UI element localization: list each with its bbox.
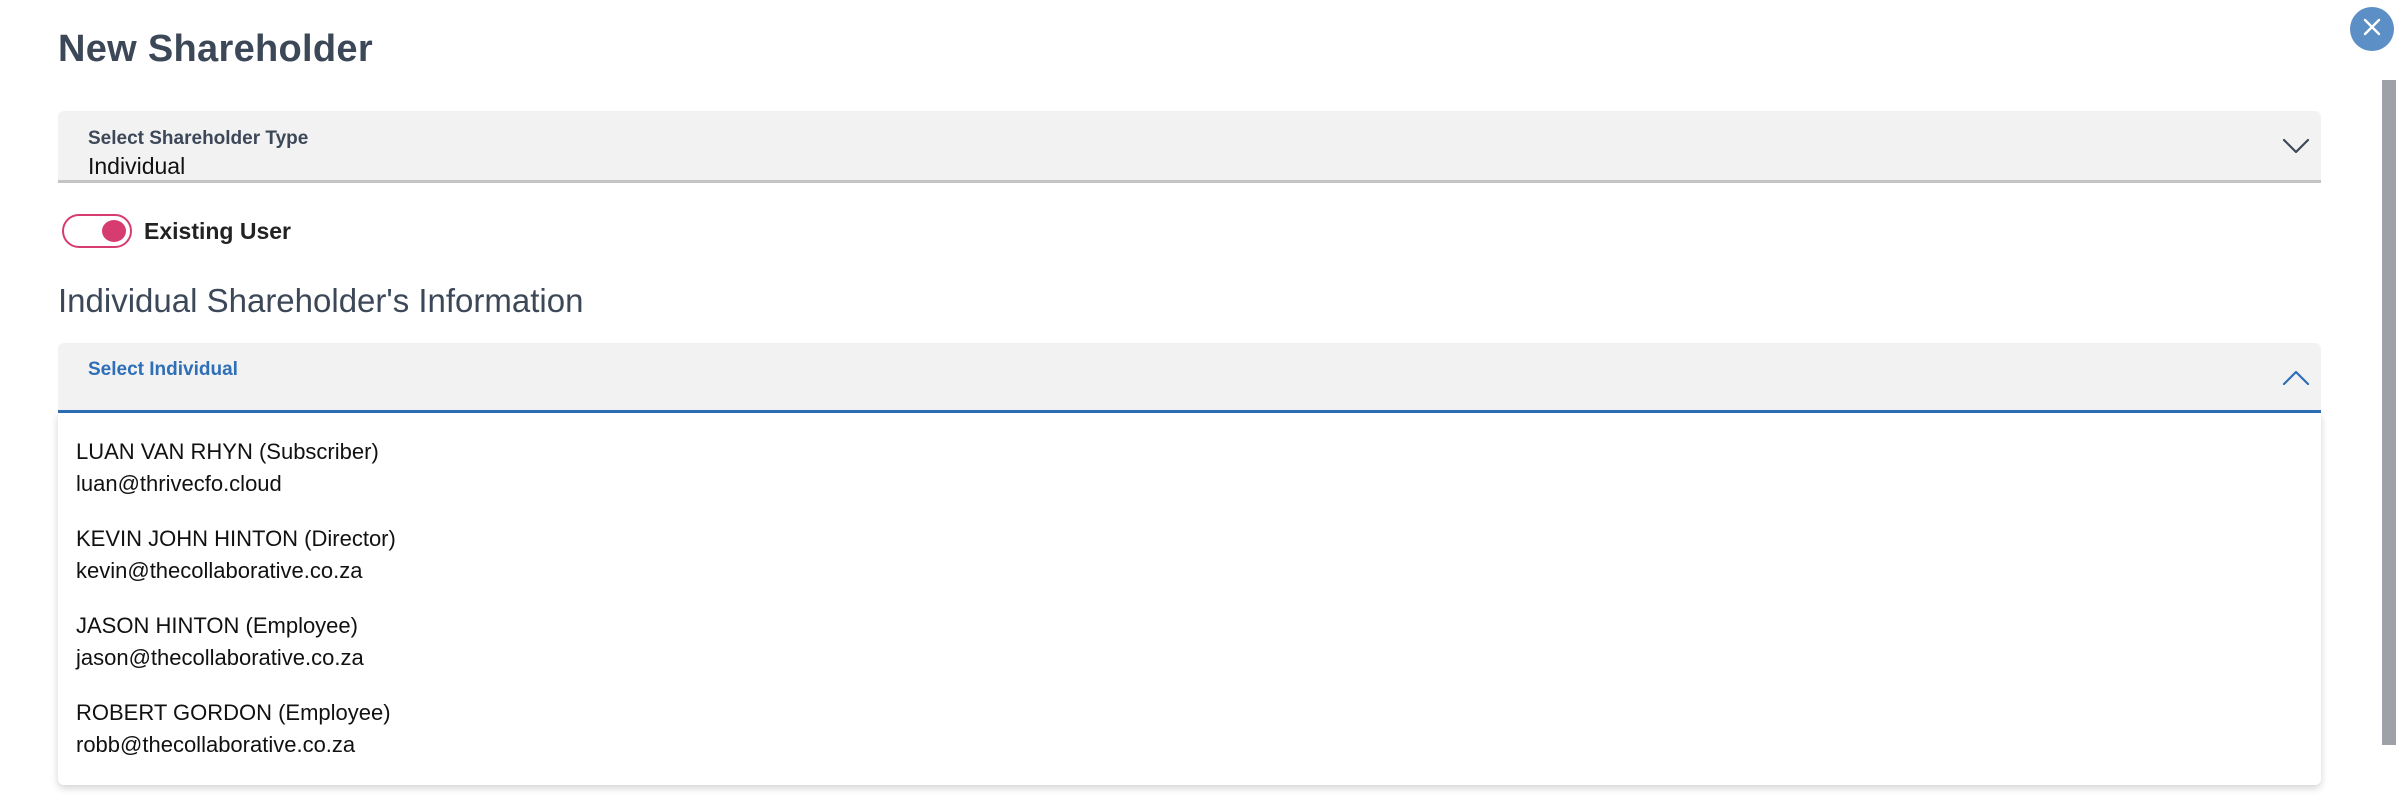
scrollbar-thumb[interactable] — [2382, 80, 2396, 745]
option-email: luan@thrivecfo.cloud — [76, 471, 282, 496]
list-item[interactable]: ROBERT GORDON (Employee) robb@thecollabo… — [76, 674, 2296, 757]
individual-dropdown-list: LUAN VAN RHYN (Subscriber) luan@thrivecf… — [58, 413, 2321, 785]
shareholder-type-value: Individual — [88, 153, 186, 179]
existing-user-toggle-row: Existing User — [62, 212, 291, 250]
existing-user-toggle[interactable] — [62, 214, 132, 248]
select-individual-label: Select Individual — [88, 359, 238, 380]
option-email: robb@thecollaborative.co.za — [76, 732, 356, 757]
close-button[interactable] — [2350, 7, 2394, 51]
section-heading: Individual Shareholder's Information — [58, 282, 584, 319]
chevron-up-icon[interactable] — [2281, 363, 2311, 393]
scrollbar[interactable] — [2382, 80, 2396, 745]
close-icon — [2362, 17, 2382, 42]
option-name: LUAN VAN RHYN (Subscriber) — [76, 439, 379, 464]
shareholder-type-select[interactable]: Select Shareholder Type Individual — [58, 111, 2321, 183]
option-name: ROBERT GORDON (Employee) — [76, 700, 391, 725]
option-name: JASON HINTON (Employee) — [76, 613, 358, 638]
select-individual-field[interactable]: Select Individual — [58, 343, 2321, 413]
option-name: KEVIN JOHN HINTON (Director) — [76, 526, 396, 551]
list-item[interactable]: JASON HINTON (Employee) jason@thecollabo… — [76, 587, 2296, 670]
page-title: New Shareholder — [58, 28, 373, 70]
shareholder-type-label: Select Shareholder Type — [88, 128, 309, 149]
option-email: kevin@thecollaborative.co.za — [76, 558, 363, 583]
chevron-down-icon[interactable] — [2281, 131, 2311, 161]
list-item[interactable]: LUAN VAN RHYN (Subscriber) luan@thrivecf… — [76, 413, 2296, 496]
list-item[interactable]: KEVIN JOHN HINTON (Director) kevin@theco… — [76, 500, 2296, 583]
toggle-knob — [102, 220, 126, 242]
new-shareholder-dialog: New Shareholder Select Shareholder Type … — [0, 0, 2396, 800]
option-email: jason@thecollaborative.co.za — [76, 645, 364, 670]
existing-user-label: Existing User — [144, 217, 291, 244]
